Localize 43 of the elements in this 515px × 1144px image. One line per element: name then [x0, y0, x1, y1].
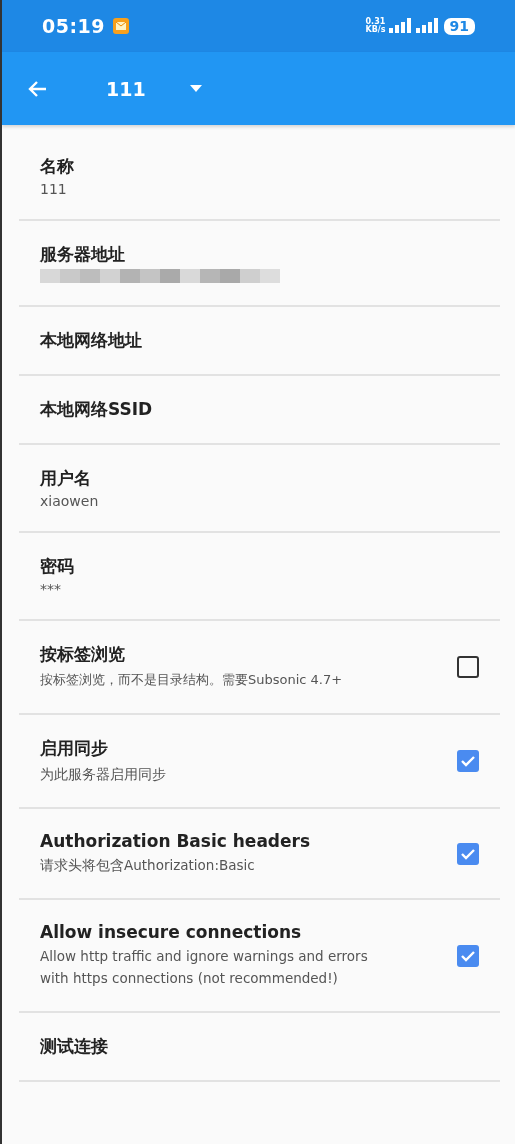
- caret-icon: [189, 85, 202, 92]
- setting-title: 测试连接: [40, 1035, 109, 1058]
- setting-value: xiaowen: [40, 493, 100, 509]
- settings-row[interactable]: 密码 ***: [19, 533, 500, 621]
- setting-value: ***: [40, 581, 62, 597]
- server-title: 111: [106, 77, 146, 100]
- signal-icon: [415, 18, 438, 34]
- settings-row[interactable]: 测试连接: [19, 1013, 500, 1082]
- settings-row[interactable]: 名称 111: [19, 133, 500, 221]
- settings-row[interactable]: Authorization Basic headers 请求头将包含Authorization:Basic: [19, 809, 500, 900]
- clock: 05:19: [42, 15, 105, 37]
- setting-summary: 按标签浏览，而不是目录结构。需要Subsonic 4.7+: [40, 671, 344, 689]
- setting-title: Allow insecure connections: [40, 922, 303, 942]
- checkbox[interactable]: [457, 944, 479, 967]
- settings-row[interactable]: Allow insecure connections Allow http traffic and ignore warnings and errors with https connections (not recommended!): [19, 900, 500, 1013]
- setting-title: 名称: [40, 155, 75, 178]
- checkbox[interactable]: [457, 750, 479, 772]
- settings-row[interactable]: 服务器地址: [19, 221, 500, 307]
- setting-title: 密码: [40, 555, 75, 578]
- mail-icon: [113, 18, 129, 34]
- settings-row[interactable]: 用户名 xiaowen: [19, 445, 500, 533]
- setting-title: 本地网络SSID: [40, 398, 154, 421]
- dropdown-button[interactable]: [189, 85, 202, 92]
- network-speed-unit: KB/s: [365, 26, 386, 34]
- settings-row[interactable]: 启用同步 为此服务器启用同步: [19, 715, 500, 809]
- setting-value: 111: [40, 181, 68, 197]
- settings-row[interactable]: 本地网络SSID: [19, 376, 500, 445]
- setting-title: 启用同步: [40, 737, 109, 760]
- checkbox[interactable]: [457, 842, 479, 865]
- signal-icon: [388, 18, 411, 34]
- setting-title: 用户名: [40, 467, 92, 490]
- settings-row[interactable]: 本地网络地址: [19, 307, 500, 376]
- battery-icon: 91: [443, 17, 475, 35]
- setting-summary: 请求头将包含Authorization:Basic: [40, 856, 256, 875]
- setting-summary: Allow http traffic and ignore warnings and errors with https connections (not recommended!): [40, 947, 369, 988]
- setting-title: 服务器地址: [40, 243, 126, 266]
- setting-summary: 为此服务器启用同步: [40, 765, 167, 784]
- settings-row[interactable]: 按标签浏览 按标签浏览，而不是目录结构。需要Subsonic 4.7+: [19, 621, 500, 715]
- setting-title: 按标签浏览: [40, 643, 126, 666]
- setting-title: Authorization Basic headers: [40, 831, 312, 851]
- checkbox[interactable]: [457, 656, 479, 678]
- network-speed: 0.31: [365, 18, 386, 26]
- setting-title: 本地网络地址: [40, 329, 143, 352]
